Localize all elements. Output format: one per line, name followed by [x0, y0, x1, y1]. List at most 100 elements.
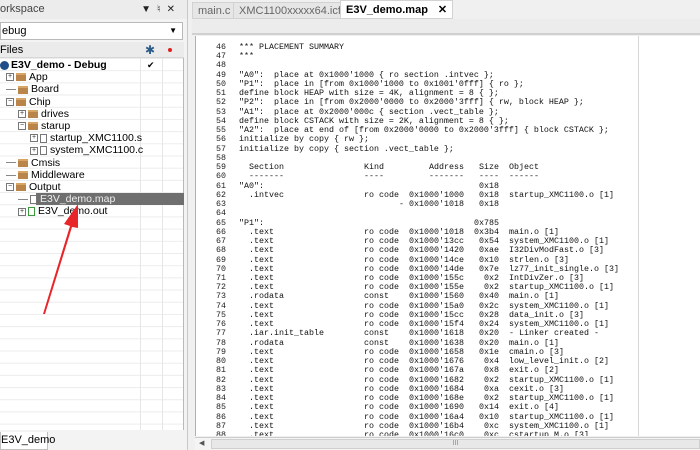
folder-icon [16, 73, 26, 82]
code-line: initialize by copy { section .vect_table… [239, 143, 454, 154]
tab-label: E3V_demo [1, 434, 56, 446]
close-icon[interactable]: ✕ [167, 4, 181, 15]
horizontal-scrollbar[interactable]: ◀ III [195, 437, 700, 450]
size-cell: 0x18 [479, 199, 499, 210]
tab-main-c[interactable]: main.c [192, 2, 237, 19]
file-icon [40, 133, 47, 143]
folder-icon [18, 171, 28, 180]
code-line: *** [239, 51, 254, 62]
tree-item-label: E3V_demo.out [38, 205, 108, 218]
address-cell: 0x1000'16c0 [409, 430, 464, 436]
project-icon [0, 60, 9, 70]
tree-item[interactable]: + startup_XMC1100.s [0, 132, 184, 144]
breakpoint-dot-icon [168, 48, 172, 52]
tree-item-label: startup_XMC1100.s [50, 132, 143, 145]
tree-item-label: App [29, 71, 48, 84]
address-cell: - 0x1000'1018 [399, 199, 464, 210]
file-icon [40, 146, 47, 156]
tree-item[interactable]: − Output [0, 181, 184, 193]
tree-connector [6, 162, 16, 164]
tab-e3v-demo-map[interactable]: E3V_demo.map ✕ [340, 0, 454, 19]
editor-panel: main.c XMC1100xxxxx64.icf E3V_demo.map ✕ … [192, 0, 700, 450]
collapse-icon[interactable]: − [6, 183, 14, 192]
folder-icon [28, 122, 38, 131]
size-cell: 0xc [484, 430, 499, 436]
configuration-value: ebug [2, 25, 27, 37]
tree-item-label: Chip [29, 95, 51, 108]
check-icon: ✔ [147, 60, 155, 70]
tree-item[interactable]: + system_XMC1100.c [0, 144, 184, 156]
tab-label: XMC1100xxxxx64.icf [239, 5, 341, 17]
kind-cell: ---- [364, 171, 384, 182]
tree-connector [6, 174, 16, 176]
tree-item[interactable]: + drives [0, 108, 184, 120]
chevron-down-icon: ▼ [169, 26, 177, 35]
expand-icon[interactable]: + [6, 73, 14, 82]
scroll-left-icon[interactable]: ◀ [199, 439, 204, 447]
tree-item-label: Output [29, 181, 61, 193]
dropdown-icon[interactable]: ▼ [141, 4, 157, 15]
expand-icon[interactable]: + [30, 134, 38, 143]
scrollbar-thumb[interactable]: III [211, 439, 700, 449]
collapse-icon[interactable]: − [6, 97, 14, 106]
tree-item-label: E3V_demo.map [40, 193, 116, 206]
kind-cell: ro code [364, 430, 399, 436]
tree-item-label: Cmsis [31, 156, 61, 169]
file-icon [28, 207, 35, 217]
tree-item[interactable]: Middleware [0, 169, 184, 181]
object-cell: ------ [509, 171, 539, 182]
tree-item[interactable]: + E3V_demo.out [0, 205, 184, 217]
folder-icon [18, 158, 28, 167]
line-number: 88 [216, 430, 226, 436]
editor-toolbar-strip [192, 19, 700, 35]
workspace-title: orkspace [0, 3, 45, 15]
configuration-select[interactable]: ebug ▼ [0, 22, 183, 40]
tree-item[interactable]: − Chip [0, 96, 184, 108]
editor-tabs: main.c XMC1100xxxxx64.icf E3V_demo.map ✕ [192, 0, 700, 19]
workspace-panel: orkspace ▼♮✕ ebug ▼ Files ✱ E3V_demo - D… [0, 0, 188, 450]
tree-item-label: Middleware [31, 168, 85, 181]
tree-connector [18, 198, 28, 200]
folder-icon [16, 183, 26, 192]
tree-item-label: Board [31, 83, 60, 96]
section-cell: .intvec [239, 189, 284, 200]
tree-item-label: starup [41, 120, 71, 132]
tree-item-label: system_XMC1100.c [50, 144, 144, 157]
expand-icon[interactable]: + [18, 110, 26, 119]
address-cell: ------- [429, 171, 464, 182]
tab-workspace-e3v-demo[interactable]: E3V_demo [0, 432, 55, 450]
tree-item[interactable]: E3V_demo - Debug ✔ [0, 59, 184, 71]
folder-icon [16, 97, 26, 106]
file-tree: E3V_demo - Debug ✔ + App Board − Chip + drives − s… [0, 58, 184, 430]
gear-icon[interactable]: ✱ [145, 42, 155, 58]
tree-item[interactable]: + App [0, 71, 184, 83]
tree-item[interactable]: E3V_demo.map [0, 193, 184, 206]
tree-item[interactable]: Board [0, 83, 184, 95]
folder-icon [18, 85, 28, 94]
code-view[interactable]: 46 *** PLACEMENT SUMMARY 47 *** 48 49 "A0": pl… [195, 36, 700, 436]
margin-guide [638, 36, 639, 436]
workspace-header: orkspace ▼♮✕ [0, 0, 187, 19]
pin-icon[interactable]: ♮ [157, 4, 167, 15]
files-header-label: Files [0, 44, 24, 56]
section-cell: .text [239, 430, 274, 436]
files-header: Files ✱ [0, 42, 184, 58]
expand-icon[interactable]: + [30, 146, 38, 155]
object-cell: startup_XMC1100.o [1] [509, 189, 614, 200]
tree-item[interactable]: Cmsis [0, 157, 184, 169]
tree-connector [6, 89, 16, 91]
tab-label: E3V_demo.map [346, 4, 428, 16]
kind-cell: ro code [364, 189, 399, 200]
tree-item-label: drives [41, 107, 70, 120]
collapse-icon[interactable]: − [18, 122, 26, 131]
code-line: *** PLACEMENT SUMMARY [239, 42, 344, 52]
expand-icon[interactable]: + [18, 207, 26, 216]
tab-icf[interactable]: XMC1100xxxxx64.icf [233, 2, 347, 19]
tree-item[interactable]: − starup [0, 120, 184, 132]
close-tab-icon[interactable]: ✕ [438, 4, 447, 16]
object-cell: cstartup_M.o [3] [509, 430, 589, 436]
tree-item-label: E3V_demo - Debug [11, 59, 107, 71]
file-icon [30, 194, 37, 204]
folder-icon [28, 110, 38, 119]
tab-label: main.c [198, 5, 231, 17]
